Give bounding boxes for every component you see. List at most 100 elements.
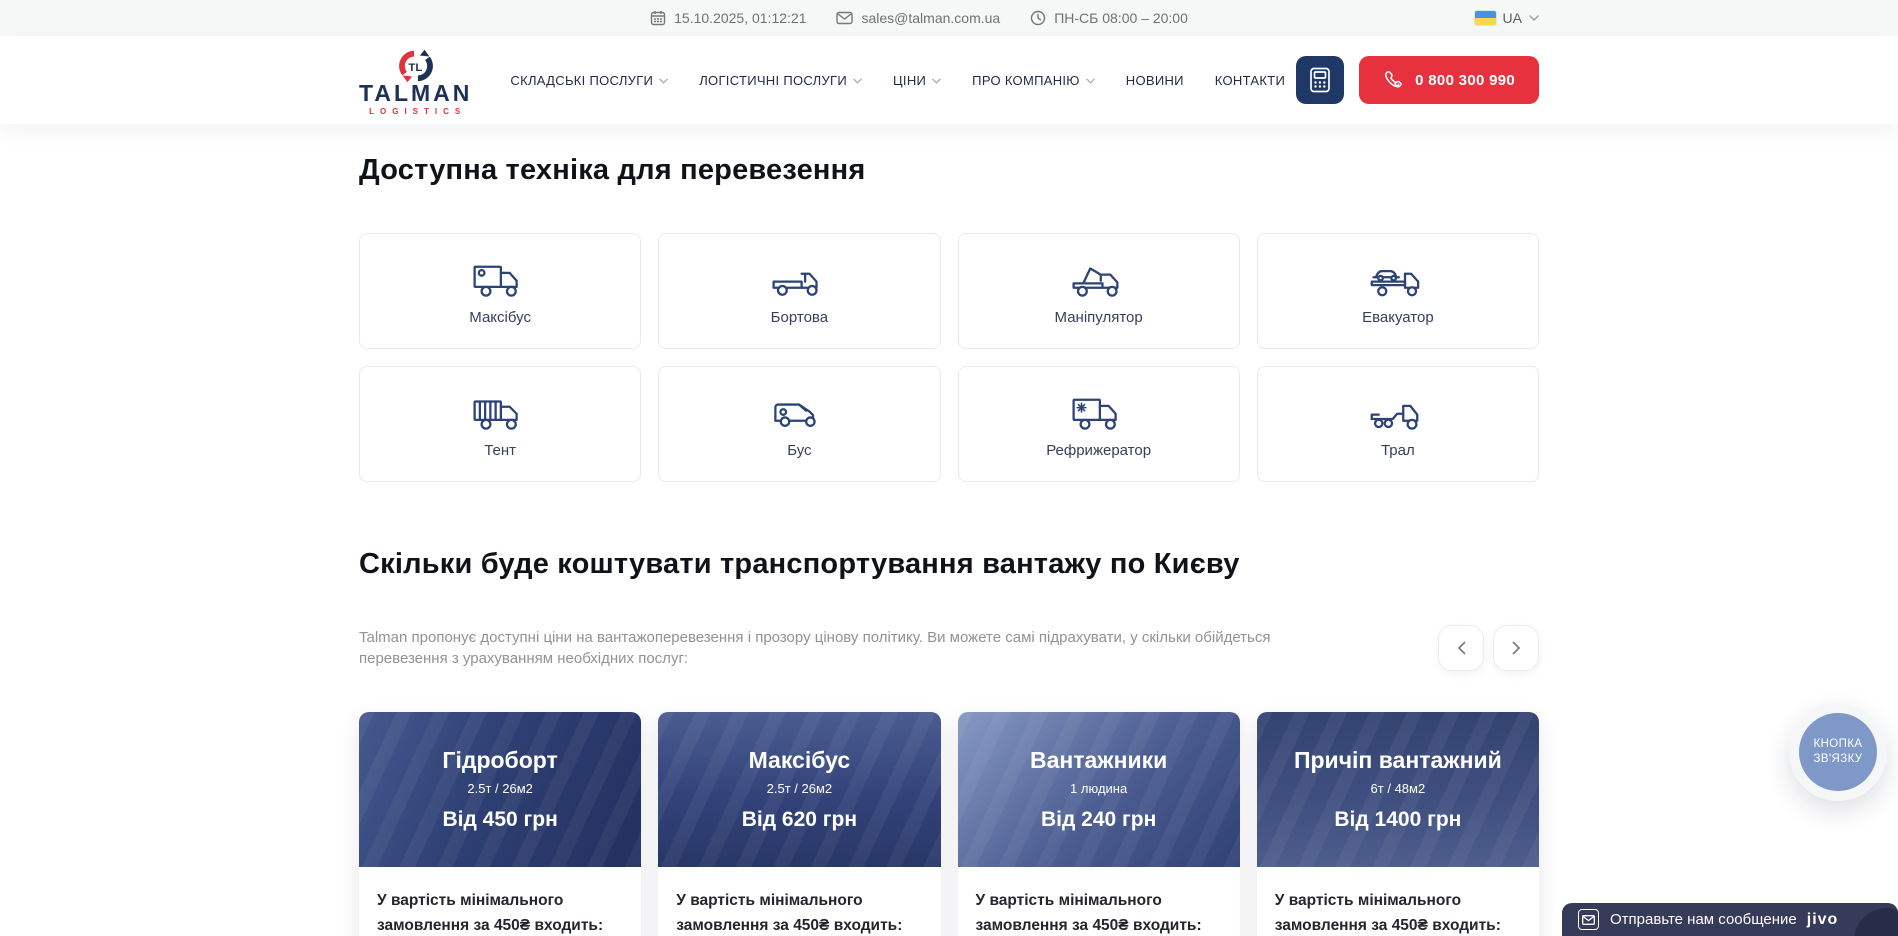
nav-item-contacts[interactable]: КОНТАКТИ — [1215, 73, 1285, 88]
price-card-title: Вантажники — [1030, 747, 1167, 774]
price-card-includes: У вартість мінімального замовлення за 45… — [658, 867, 940, 936]
price-card-price: Від 240 грн — [1041, 808, 1156, 832]
price-card-photo: Максібус 2.5т / 26м2 Від 620 грн — [658, 712, 940, 867]
price-card-carousel: Гідроборт 2.5т / 26м2 Від 450 грн У варт… — [359, 712, 1539, 936]
callback-button-inner: КНОПКА ЗВ'ЯЗКУ — [1799, 713, 1877, 791]
callback-button[interactable]: КНОПКА ЗВ'ЯЗКУ — [1789, 703, 1887, 801]
flatbed-truck-icon — [771, 256, 827, 300]
price-card-cargo-trailer[interactable]: Причіп вантажний 6т / 48м2 Від 1400 грн … — [1257, 712, 1539, 936]
price-card-subtitle: 6т / 48м2 — [1371, 781, 1426, 796]
price-card-price: Від 620 грн — [742, 808, 857, 832]
price-card-photo: Вантажники 1 людина Від 240 грн — [958, 712, 1240, 867]
crane-truck-icon — [1071, 256, 1127, 300]
price-card-includes: У вартість мінімального замовлення за 45… — [1257, 867, 1539, 936]
envelope-icon — [836, 11, 853, 25]
chat-widget-label: Отправьте нам сообщение — [1610, 911, 1797, 928]
clock-icon — [1030, 10, 1046, 26]
chat-envelope-icon — [1578, 909, 1599, 930]
svg-text:TL: TL — [408, 62, 422, 74]
price-card-loaders[interactable]: Вантажники 1 людина Від 240 грн У вартіс… — [958, 712, 1240, 936]
nav-item-about-company[interactable]: ПРО КОМПАНІЮ — [972, 73, 1095, 88]
chat-widget-bar[interactable]: Отправьте нам сообщение jivo — [1562, 903, 1898, 936]
topbar-datetime: 15.10.2025, 01:12:21 — [650, 10, 806, 26]
curtain-truck-icon — [472, 389, 528, 433]
vehicle-grid: Максібус Бортова Маніпулятор Евакуатор Т… — [359, 233, 1539, 482]
carousel-controls — [1438, 625, 1539, 671]
nav-item-prices[interactable]: ЦІНИ — [893, 73, 941, 88]
tow-truck-icon — [1370, 256, 1426, 300]
pricing-section-title: Скільки буде коштувати транспортування в… — [359, 548, 1539, 581]
language-label: UA — [1503, 10, 1522, 26]
pricing-description: Talman пропонує доступні ціни на вантажо… — [359, 627, 1279, 669]
vehicles-section-title: Доступна техніка для перевезення — [359, 124, 1539, 187]
vehicle-card-low-loader[interactable]: Трал — [1257, 366, 1539, 482]
chevron-down-icon — [1086, 78, 1095, 84]
price-card-maxibus[interactable]: Максібус 2.5т / 26м2 Від 620 грн У варті… — [658, 712, 940, 936]
price-card-subtitle: 2.5т / 26м2 — [767, 781, 833, 796]
phone-button[interactable]: 0 800 300 990 — [1359, 56, 1539, 104]
price-card-subtitle: 2.5т / 26м2 — [467, 781, 533, 796]
vehicle-label: Бортова — [771, 309, 828, 326]
nav-label: ЛОГІСТИЧНІ ПОСЛУГИ — [699, 73, 847, 88]
carousel-next-button[interactable] — [1493, 625, 1539, 671]
price-card-includes: У вартість мінімального замовлення за 45… — [359, 867, 641, 936]
nav-item-warehouse-services[interactable]: СКЛАДСЬКІ ПОСЛУГИ — [510, 73, 668, 88]
price-card-price: Від 1400 грн — [1334, 808, 1461, 832]
nav-label: ЦІНИ — [893, 73, 926, 88]
vehicle-card-crane-truck[interactable]: Маніпулятор — [958, 233, 1240, 349]
nav-label: ПРО КОМПАНІЮ — [972, 73, 1080, 88]
nav-label: НОВИНИ — [1126, 73, 1184, 88]
price-card-price: Від 450 грн — [442, 808, 557, 832]
logo[interactable]: TL TALMAN LOGISTICS — [359, 46, 472, 116]
box-truck-icon — [472, 256, 528, 300]
calendar-icon — [650, 10, 666, 26]
phone-icon — [1383, 70, 1404, 91]
site-header: TL TALMAN LOGISTICS СКЛАДСЬКІ ПОСЛУГИ ЛО… — [0, 36, 1898, 124]
vehicle-card-refrigerator-truck[interactable]: Рефрижератор — [958, 366, 1240, 482]
refrigerator-truck-icon — [1071, 389, 1127, 433]
vehicle-label: Евакуатор — [1362, 309, 1434, 326]
vehicle-label: Рефрижератор — [1046, 442, 1151, 459]
vehicle-label: Бус — [787, 442, 811, 459]
nav-item-news[interactable]: НОВИНИ — [1126, 73, 1184, 88]
vehicle-card-curtain-truck[interactable]: Тент — [359, 366, 641, 482]
price-card-title: Гідроборт — [442, 747, 557, 774]
calculator-button[interactable] — [1296, 56, 1344, 104]
carousel-prev-button[interactable] — [1438, 625, 1484, 671]
nav-item-logistics-services[interactable]: ЛОГІСТИЧНІ ПОСЛУГИ — [699, 73, 862, 88]
nav-label: СКЛАДСЬКІ ПОСЛУГИ — [510, 73, 653, 88]
language-selector[interactable]: UA — [1475, 0, 1539, 36]
price-card-includes: У вартість мінімального замовлення за 45… — [958, 867, 1240, 936]
jivo-logo: jivo — [1807, 911, 1839, 929]
low-loader-truck-icon — [1370, 389, 1426, 433]
price-card-photo: Причіп вантажний 6т / 48м2 Від 1400 грн — [1257, 712, 1539, 867]
topbar-email[interactable]: sales@talman.com.ua — [836, 10, 1000, 26]
vehicle-label: Трал — [1381, 442, 1415, 459]
main-content: Доступна техніка для перевезення Максібу… — [359, 124, 1539, 936]
logo-wordmark: TALMAN — [359, 82, 472, 105]
callback-label-line2: ЗВ'ЯЗКУ — [1814, 752, 1863, 767]
price-card-hydroboard[interactable]: Гідроборт 2.5т / 26м2 Від 450 грн У варт… — [359, 712, 641, 936]
vehicle-label: Максібус — [469, 309, 531, 326]
price-card-photo: Гідроборт 2.5т / 26м2 Від 450 грн — [359, 712, 641, 867]
topbar: 15.10.2025, 01:12:21 sales@talman.com.ua… — [0, 0, 1898, 36]
chevron-down-icon — [932, 78, 941, 84]
price-card-title: Причіп вантажний — [1294, 747, 1502, 774]
vehicle-label: Тент — [484, 442, 516, 459]
chevron-left-icon — [1457, 641, 1466, 655]
vehicle-card-maxibus[interactable]: Максібус — [359, 233, 641, 349]
topbar-hours: ПН-СБ 08:00 – 20:00 — [1030, 10, 1188, 26]
logo-tagline: LOGISTICS — [365, 108, 466, 116]
chevron-right-icon — [1512, 641, 1521, 655]
vehicle-label: Маніпулятор — [1055, 309, 1143, 326]
main-nav: СКЛАДСЬКІ ПОСЛУГИ ЛОГІСТИЧНІ ПОСЛУГИ ЦІН… — [510, 73, 1285, 88]
callback-label-line1: КНОПКА — [1814, 737, 1863, 752]
vehicle-card-flatbed[interactable]: Бортова — [658, 233, 940, 349]
topbar-datetime-text: 15.10.2025, 01:12:21 — [674, 10, 806, 26]
price-card-subtitle: 1 людина — [1070, 781, 1127, 796]
topbar-hours-text: ПН-СБ 08:00 – 20:00 — [1054, 10, 1188, 26]
calculator-icon — [1309, 67, 1331, 93]
vehicle-card-van[interactable]: Бус — [658, 366, 940, 482]
vehicle-card-tow-truck[interactable]: Евакуатор — [1257, 233, 1539, 349]
ukraine-flag-icon — [1475, 11, 1496, 25]
